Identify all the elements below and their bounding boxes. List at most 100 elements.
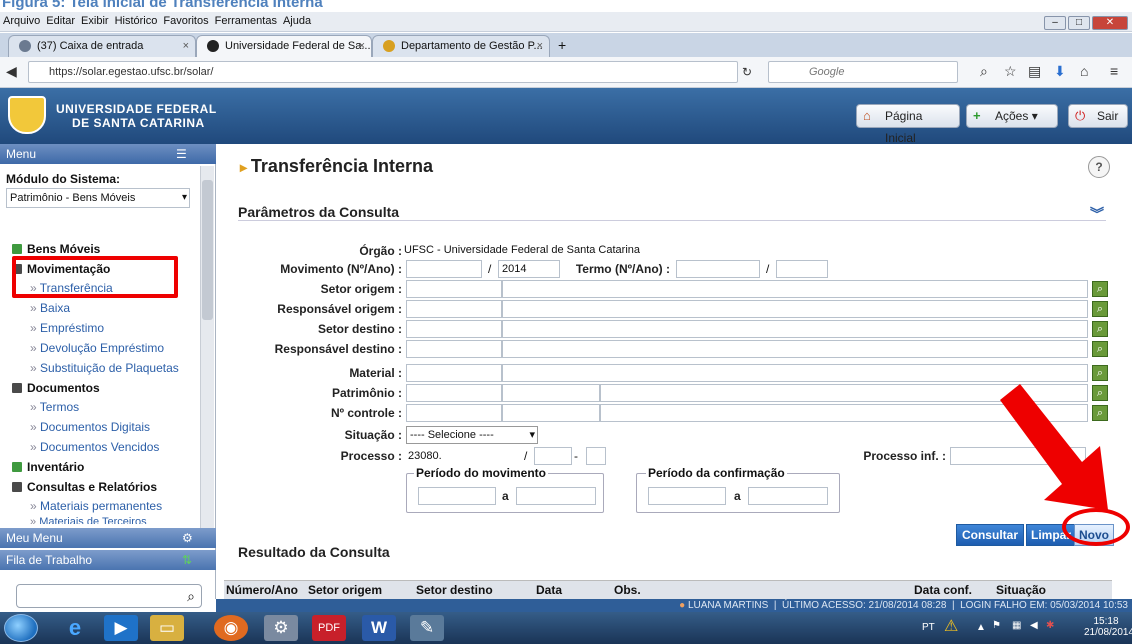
- language-indicator[interactable]: PT: [922, 622, 935, 633]
- hamburger-menu-icon[interactable]: ≡: [1110, 63, 1118, 79]
- media-player-icon[interactable]: ▶: [104, 615, 138, 641]
- new-tab-icon[interactable]: +: [558, 37, 566, 53]
- periodo-conf-inicio-input[interactable]: [648, 487, 726, 505]
- material-code-input[interactable]: [406, 364, 502, 382]
- movimento-ano-input[interactable]: 2014: [498, 260, 560, 278]
- termo-ano-input[interactable]: [776, 260, 828, 278]
- fila-trabalho-button[interactable]: Fila de Trabalho ⇅: [0, 550, 216, 570]
- sidebar-menu-header[interactable]: Menu ☰: [0, 144, 216, 164]
- tab-inbox[interactable]: (37) Caixa de entrada ×: [8, 35, 196, 57]
- col-obs[interactable]: Obs.: [614, 581, 641, 599]
- sidebar-item-docs-digitais[interactable]: Documentos Digitais: [30, 420, 150, 434]
- modulo-select[interactable]: Patrimônio - Bens Móveis ▾: [6, 188, 190, 208]
- download-icon[interactable]: ⬇: [1054, 63, 1066, 80]
- maximize-icon[interactable]: □: [1068, 16, 1090, 30]
- section-documentos[interactable]: Documentos: [12, 381, 100, 395]
- search-icon[interactable]: ⌕: [187, 588, 195, 605]
- home-icon[interactable]: ⌂: [1080, 63, 1088, 79]
- volume-icon[interactable]: ◀: [1030, 620, 1038, 631]
- tray-expand-icon[interactable]: ▲: [976, 622, 986, 633]
- menu-favoritos[interactable]: Favoritos: [160, 12, 211, 31]
- termo-numero-input[interactable]: [676, 260, 760, 278]
- network-app-icon[interactable]: ⚙: [264, 615, 298, 641]
- bookmarks-icon[interactable]: ▤: [1028, 63, 1041, 80]
- url-field[interactable]: https://solar.egestao.ufsc.br/solar/: [28, 61, 738, 83]
- search-icon[interactable]: ⌕: [980, 63, 988, 80]
- sidebar-item-devolucao[interactable]: Devolução Empréstimo: [30, 341, 164, 355]
- sidebar-item-emprestimo[interactable]: Empréstimo: [30, 321, 104, 335]
- col-data-conf[interactable]: Data conf.: [914, 581, 972, 599]
- actions-button[interactable]: + Ações ▾: [966, 104, 1058, 128]
- network-icon[interactable]: ▦: [1012, 620, 1021, 631]
- firefox-icon[interactable]: ◉: [214, 615, 248, 641]
- ie-icon[interactable]: e: [58, 615, 92, 641]
- menu-historico[interactable]: Histórico: [112, 12, 161, 31]
- periodo-mov-fim-input[interactable]: [516, 487, 596, 505]
- menu-list-icon[interactable]: ☰: [176, 144, 187, 164]
- setor-destino-desc-input[interactable]: [502, 320, 1088, 338]
- search-resp-origem-icon[interactable]: ⌕: [1092, 301, 1108, 317]
- collapse-chevron-icon[interactable]: ︾: [1090, 204, 1104, 224]
- controle-input-2[interactable]: [502, 404, 600, 422]
- patrimonio-input-1[interactable]: [406, 384, 502, 402]
- movimento-numero-input[interactable]: [406, 260, 482, 278]
- sidebar-item-docs-vencidos[interactable]: Documentos Vencidos: [30, 440, 159, 454]
- section-consultas[interactable]: Consultas e Relatórios: [12, 480, 157, 494]
- search-input[interactable]: Google: [768, 61, 958, 83]
- sidebar-item-materiais-permanentes[interactable]: Materiais permanentes: [30, 499, 162, 513]
- help-icon[interactable]: ?: [1088, 156, 1110, 178]
- sidebar-item-materiais-terceiros[interactable]: Materiais de Terceiros: [30, 516, 146, 524]
- back-icon[interactable]: ◀: [6, 63, 17, 80]
- periodo-conf-fim-input[interactable]: [748, 487, 828, 505]
- resp-destino-code-input[interactable]: [406, 340, 502, 358]
- tab-ufsc[interactable]: Universidade Federal de Sa... ×: [196, 35, 372, 57]
- exit-button[interactable]: ⏻ Sair: [1068, 104, 1128, 128]
- search-setor-destino-icon[interactable]: ⌕: [1092, 321, 1108, 337]
- patrimonio-input-2[interactable]: [502, 384, 600, 402]
- resp-destino-desc-input[interactable]: [502, 340, 1088, 358]
- sidebar-search-input[interactable]: ⌕: [16, 584, 202, 608]
- menu-ferramentas[interactable]: Ferramentas: [212, 12, 280, 31]
- search-resp-destino-icon[interactable]: ⌕: [1092, 341, 1108, 357]
- sidebar-item-termos[interactable]: Termos: [30, 400, 79, 414]
- pdf-icon[interactable]: PDF: [312, 615, 346, 641]
- processo-ano-input[interactable]: [534, 447, 572, 465]
- reload-icon[interactable]: ↻: [742, 65, 752, 79]
- col-numero-ano[interactable]: Número/Ano: [226, 581, 298, 599]
- setor-origem-code-input[interactable]: [406, 280, 502, 298]
- setor-destino-code-input[interactable]: [406, 320, 502, 338]
- menu-ajuda[interactable]: Ajuda: [280, 12, 314, 31]
- resp-origem-desc-input[interactable]: [502, 300, 1088, 318]
- sidebar-scrollbar[interactable]: [200, 166, 214, 546]
- section-inventario[interactable]: Inventário: [12, 460, 84, 474]
- menu-editar[interactable]: Editar: [43, 12, 78, 31]
- search-setor-origem-icon[interactable]: ⌕: [1092, 281, 1108, 297]
- scrollbar-thumb[interactable]: [202, 180, 213, 320]
- controle-input-1[interactable]: [406, 404, 502, 422]
- menu-exibir[interactable]: Exibir: [78, 12, 112, 31]
- word-icon[interactable]: W: [362, 615, 396, 641]
- sidebar-item-baixa[interactable]: Baixa: [30, 301, 70, 315]
- tab-departamento[interactable]: Departamento de Gestão P... ×: [372, 35, 550, 57]
- flag-icon[interactable]: ⚑: [992, 620, 1001, 631]
- paint-icon[interactable]: ✎: [410, 615, 444, 641]
- meu-menu-button[interactable]: Meu Menu ⚙: [0, 528, 216, 548]
- tab-close-icon[interactable]: ×: [537, 36, 543, 56]
- home-button[interactable]: ⌂ Página Inicial: [856, 104, 960, 145]
- search-material-icon[interactable]: ⌕: [1092, 365, 1108, 381]
- processo-prefix-input[interactable]: 23080.: [404, 447, 514, 465]
- security-icon[interactable]: ✱: [1046, 620, 1054, 631]
- start-button[interactable]: [4, 614, 38, 642]
- minimize-icon[interactable]: –: [1044, 16, 1066, 30]
- processo-dv-input[interactable]: [586, 447, 606, 465]
- section-bens-moveis[interactable]: Bens Móveis: [12, 242, 100, 256]
- bookmark-star-icon[interactable]: ☆: [1004, 63, 1017, 80]
- menu-arquivo[interactable]: Arquivo: [0, 12, 43, 31]
- periodo-mov-inicio-input[interactable]: [418, 487, 496, 505]
- tab-close-icon[interactable]: ×: [359, 36, 365, 56]
- consultar-button[interactable]: Consultar: [956, 524, 1024, 546]
- setor-origem-desc-input[interactable]: [502, 280, 1088, 298]
- resp-origem-code-input[interactable]: [406, 300, 502, 318]
- col-setor-destino[interactable]: Setor destino: [416, 581, 493, 599]
- notification-icon[interactable]: ⚠: [944, 616, 958, 636]
